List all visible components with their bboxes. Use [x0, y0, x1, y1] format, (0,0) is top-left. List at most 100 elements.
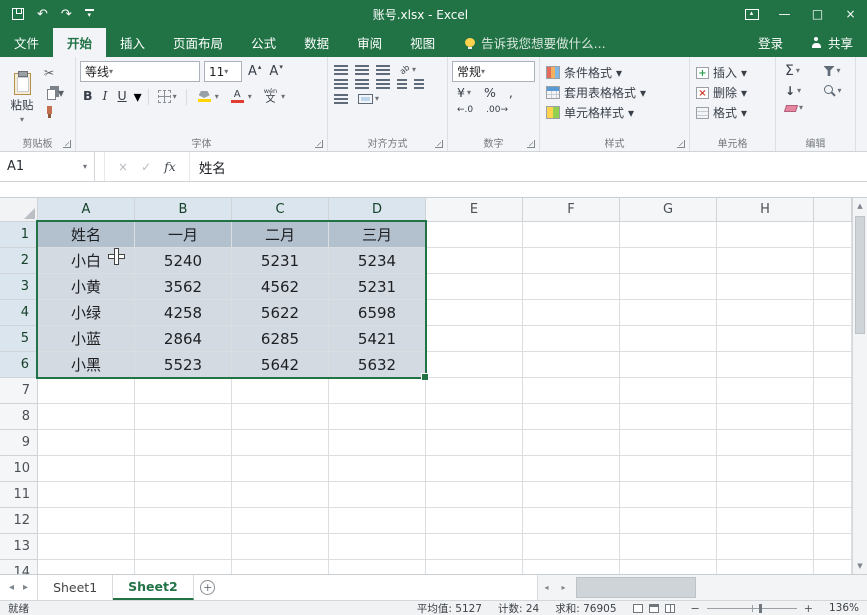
phonetic-guide-button[interactable]: wén文▾ — [259, 87, 288, 106]
cell-H1[interactable] — [717, 222, 814, 248]
cell-partial-row5[interactable] — [814, 326, 852, 352]
cell-B5[interactable]: 2864 — [135, 326, 232, 352]
zoom-slider[interactable] — [707, 608, 797, 609]
cell-D7[interactable] — [329, 378, 426, 404]
align-center-button[interactable] — [355, 79, 369, 89]
scroll-right-button[interactable]: ▸ — [555, 583, 572, 592]
cell-E1[interactable] — [426, 222, 523, 248]
cell-A11[interactable] — [38, 482, 135, 508]
fill-handle[interactable] — [421, 373, 429, 381]
chevron-down-icon[interactable]: ▾ — [134, 87, 142, 106]
decrease-font-size-button[interactable]: A▾ — [267, 64, 284, 79]
align-bottom-button[interactable] — [376, 65, 390, 75]
horizontal-scrollbar[interactable]: ◂ ▸ — [537, 575, 867, 600]
cell-F8[interactable] — [523, 404, 620, 430]
font-color-button[interactable]: A▾ — [226, 89, 255, 104]
column-header-A[interactable]: A — [38, 198, 135, 222]
row-header-3[interactable]: 3 — [0, 274, 38, 300]
cell-E4[interactable] — [426, 300, 523, 326]
column-header-E[interactable]: E — [426, 198, 523, 222]
conditional-formatting-button[interactable]: 条件格式 ▾ — [546, 64, 683, 81]
font-size-combo[interactable]: 11▾ — [204, 61, 242, 82]
page-break-view-button[interactable] — [665, 604, 675, 613]
scroll-down-button[interactable]: ▼ — [853, 558, 867, 574]
cell-H4[interactable] — [717, 300, 814, 326]
row-header-5[interactable]: 5 — [0, 326, 38, 352]
cell-G14[interactable] — [620, 560, 717, 574]
zoom-in-button[interactable]: + — [804, 603, 813, 614]
format-as-table-button[interactable]: 套用表格格式 ▾ — [546, 84, 683, 101]
clipboard-dialog-launcher[interactable] — [63, 140, 71, 148]
cell-H5[interactable] — [717, 326, 814, 352]
zoom-level[interactable]: 136% — [829, 602, 859, 614]
cell-partial-row4[interactable] — [814, 300, 852, 326]
underline-button[interactable]: U — [114, 89, 129, 104]
cell-A2[interactable]: 小白 — [38, 248, 135, 274]
cell-B9[interactable] — [135, 430, 232, 456]
cancel-button[interactable]: × — [118, 160, 128, 174]
paste-button[interactable]: 粘贴 ▾ — [4, 61, 40, 136]
column-header-partial[interactable] — [814, 198, 852, 222]
cell-H3[interactable] — [717, 274, 814, 300]
align-top-button[interactable] — [334, 65, 348, 75]
cell-A10[interactable] — [38, 456, 135, 482]
cell-B14[interactable] — [135, 560, 232, 574]
cell-A6[interactable]: 小黑 — [38, 352, 135, 378]
normal-view-button[interactable] — [633, 604, 643, 613]
percent-style-button[interactable]: % — [481, 86, 499, 101]
cell-B11[interactable] — [135, 482, 232, 508]
cell-A14[interactable] — [38, 560, 135, 574]
vertical-scroll-thumb[interactable] — [855, 216, 865, 334]
cell-F9[interactable] — [523, 430, 620, 456]
cell-G10[interactable] — [620, 456, 717, 482]
cell-partial-row3[interactable] — [814, 274, 852, 300]
cell-E5[interactable] — [426, 326, 523, 352]
cell-B13[interactable] — [135, 534, 232, 560]
cell-E3[interactable] — [426, 274, 523, 300]
cell-A12[interactable] — [38, 508, 135, 534]
alignment-dialog-launcher[interactable] — [435, 140, 443, 148]
insert-function-button[interactable]: fx — [164, 159, 176, 174]
cell-E7[interactable] — [426, 378, 523, 404]
tab-formulas[interactable]: 公式 — [237, 28, 290, 57]
cell-A5[interactable]: 小蓝 — [38, 326, 135, 352]
cell-C3[interactable]: 4562 — [232, 274, 329, 300]
cell-H8[interactable] — [717, 404, 814, 430]
cell-G1[interactable] — [620, 222, 717, 248]
save-button[interactable] — [12, 8, 24, 20]
increase-indent-button[interactable] — [414, 79, 424, 89]
column-header-G[interactable]: G — [620, 198, 717, 222]
insert-cells-button[interactable]: 插入 ▾ — [696, 64, 769, 81]
name-box[interactable]: A1 ▾ — [0, 152, 95, 181]
cell-F5[interactable] — [523, 326, 620, 352]
tell-me-box[interactable]: 告诉我您想要做什么... — [449, 28, 621, 57]
increase-decimal-button[interactable]: ←.0 — [454, 105, 476, 116]
cell-F7[interactable] — [523, 378, 620, 404]
cell-B2[interactable]: 5240 — [135, 248, 232, 274]
row-header-6[interactable]: 6 — [0, 352, 38, 378]
cell-F10[interactable] — [523, 456, 620, 482]
cell-styles-button[interactable]: 单元格样式 ▾ — [546, 104, 683, 121]
cell-C8[interactable] — [232, 404, 329, 430]
decrease-decimal-button[interactable]: .00→ — [483, 105, 511, 116]
cell-C1[interactable]: 二月 — [232, 222, 329, 248]
undo-button[interactable]: ↶ — [37, 8, 48, 21]
cell-D3[interactable]: 5231 — [329, 274, 426, 300]
cell-G8[interactable] — [620, 404, 717, 430]
number-dialog-launcher[interactable] — [527, 140, 535, 148]
cell-D6[interactable]: 5632 — [329, 352, 426, 378]
cell-B10[interactable] — [135, 456, 232, 482]
borders-button[interactable]: ▾ — [155, 89, 180, 104]
cell-B12[interactable] — [135, 508, 232, 534]
cell-G6[interactable] — [620, 352, 717, 378]
cell-partial-row2[interactable] — [814, 248, 852, 274]
cell-H6[interactable] — [717, 352, 814, 378]
cell-F13[interactable] — [523, 534, 620, 560]
cell-D4[interactable]: 6598 — [329, 300, 426, 326]
cell-G12[interactable] — [620, 508, 717, 534]
italic-button[interactable]: I — [100, 89, 111, 104]
cell-F4[interactable] — [523, 300, 620, 326]
cell-D8[interactable] — [329, 404, 426, 430]
tab-page-layout[interactable]: 页面布局 — [159, 28, 237, 57]
cut-button[interactable]: ✂ — [44, 66, 64, 80]
